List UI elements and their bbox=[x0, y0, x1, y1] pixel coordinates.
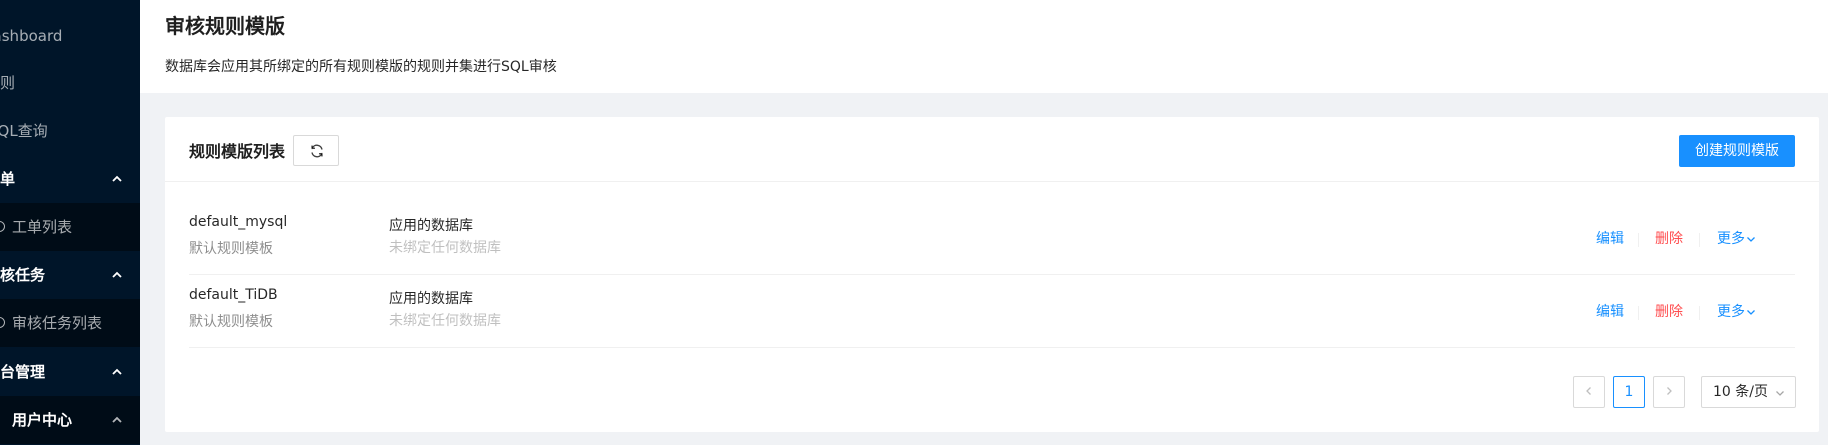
sidebar-item-order-list[interactable]: 工单列表 bbox=[0, 203, 140, 251]
chevron-down-icon bbox=[1776, 391, 1784, 396]
create-template-button[interactable]: 创建规则模版 bbox=[1679, 135, 1795, 167]
sidebar-item-label: Dashboard bbox=[0, 27, 63, 45]
sidebar-item-label: 规则 bbox=[0, 74, 16, 92]
sidebar-item-label: 审核任务列表 bbox=[12, 314, 103, 332]
chevron-right-icon bbox=[1667, 387, 1672, 395]
page-size-select[interactable]: 10 条/页 bbox=[1701, 376, 1796, 408]
page-header: 审核规则模版 数据库会应用其所绑定的所有规则模版的规则并集进行SQL审核 bbox=[140, 0, 1828, 93]
template-name: default_mysql bbox=[189, 214, 288, 230]
applied-db-title: 应用的数据库 bbox=[389, 218, 473, 234]
order-list-icon bbox=[0, 221, 5, 232]
refresh-icon bbox=[311, 144, 323, 158]
template-description: 默认规则模板 bbox=[189, 241, 273, 257]
sidebar-group-order[interactable]: 工单 bbox=[0, 155, 140, 203]
sidebar-group-audit-task[interactable]: 审核任务 bbox=[0, 251, 140, 299]
prev-page-button[interactable] bbox=[1573, 376, 1605, 408]
more-label: 更多 bbox=[1717, 231, 1745, 247]
chevron-up-icon bbox=[112, 416, 122, 423]
more-dropdown[interactable]: 更多 bbox=[1717, 228, 1756, 248]
template-name: default_TiDB bbox=[189, 287, 278, 303]
more-label: 更多 bbox=[1717, 304, 1745, 320]
chevron-up-icon bbox=[112, 175, 122, 182]
sidebar-group-label: 工单 bbox=[0, 170, 16, 188]
sidebar-item-sql-query[interactable]: SQL查询 bbox=[0, 107, 140, 155]
list-item: default_TiDB 默认规则模板 应用的数据库 未绑定任何数据库 编辑 删… bbox=[189, 275, 1795, 348]
sidebar-item-label: SQL查询 bbox=[0, 122, 48, 140]
delete-link[interactable]: 删除 bbox=[1655, 228, 1683, 248]
divider bbox=[1699, 306, 1700, 320]
page-size-value: 10 条/页 bbox=[1713, 384, 1768, 400]
divider bbox=[1699, 233, 1700, 247]
sidebar: Dashboard 规则 SQL查询 工单 工单列表 审核任务 审核任务列表 平… bbox=[0, 0, 140, 445]
refresh-button[interactable] bbox=[293, 135, 339, 166]
sidebar-item-label: 工单列表 bbox=[12, 218, 73, 236]
card-header: 规则模版列表 创建规则模版 bbox=[165, 117, 1819, 182]
chevron-up-icon bbox=[112, 368, 122, 375]
audit-task-list-icon bbox=[0, 317, 5, 328]
more-dropdown[interactable]: 更多 bbox=[1717, 301, 1756, 321]
divider bbox=[1638, 233, 1639, 247]
edit-link[interactable]: 编辑 bbox=[1596, 228, 1624, 248]
chevron-up-icon bbox=[112, 271, 122, 278]
page-title: 审核规则模版 bbox=[165, 14, 285, 38]
applied-db-value: 未绑定任何数据库 bbox=[389, 313, 501, 329]
applied-db-value: 未绑定任何数据库 bbox=[389, 240, 501, 256]
sidebar-item-rule[interactable]: 规则 bbox=[0, 59, 140, 107]
chevron-left-icon bbox=[1586, 387, 1591, 395]
chevron-down-icon bbox=[1747, 237, 1755, 242]
page-description: 数据库会应用其所绑定的所有规则模版的规则并集进行SQL审核 bbox=[165, 59, 557, 75]
card-title: 规则模版列表 bbox=[189, 142, 286, 161]
sidebar-group-platform[interactable]: 平台管理 bbox=[0, 348, 140, 396]
sidebar-item-audit-task-list[interactable]: 审核任务列表 bbox=[0, 299, 140, 347]
chevron-down-icon bbox=[1747, 310, 1755, 315]
sidebar-group-label: 用户中心 bbox=[12, 411, 73, 429]
template-list-card: 规则模版列表 创建规则模版 default_mysql 默认规则模板 应用的数据… bbox=[165, 117, 1819, 432]
delete-link[interactable]: 删除 bbox=[1655, 301, 1683, 321]
next-page-button[interactable] bbox=[1653, 376, 1685, 408]
applied-db-title: 应用的数据库 bbox=[389, 291, 473, 307]
sidebar-group-label: 平台管理 bbox=[0, 363, 46, 381]
edit-link[interactable]: 编辑 bbox=[1596, 301, 1624, 321]
template-description: 默认规则模板 bbox=[189, 314, 273, 330]
sidebar-item-dashboard[interactable]: Dashboard bbox=[0, 12, 140, 60]
sidebar-group-label: 审核任务 bbox=[0, 266, 46, 284]
divider bbox=[1638, 306, 1639, 320]
list-item: default_mysql 默认规则模板 应用的数据库 未绑定任何数据库 编辑 … bbox=[189, 202, 1795, 275]
page-1-button[interactable]: 1 bbox=[1613, 376, 1645, 408]
sidebar-group-user-center[interactable]: 用户中心 bbox=[0, 396, 140, 444]
